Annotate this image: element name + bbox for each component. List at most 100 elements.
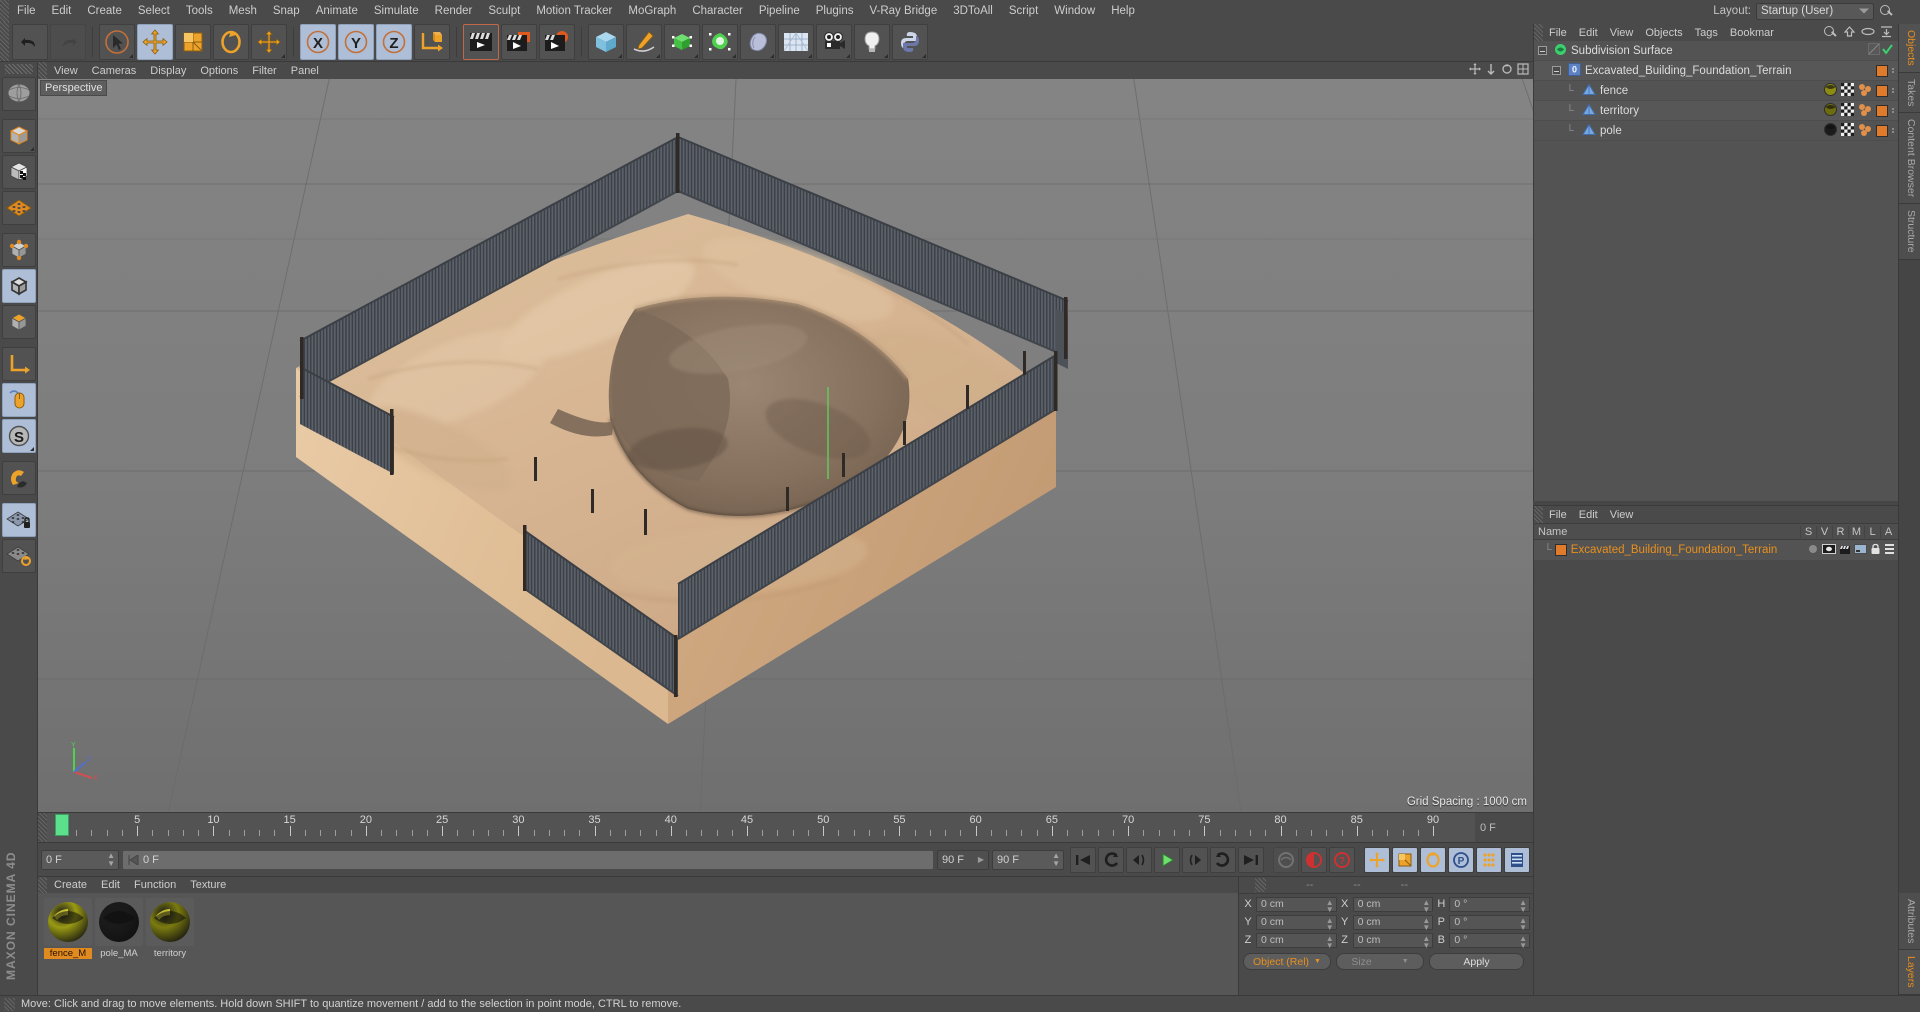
layer-menu-file[interactable]: File — [1543, 508, 1573, 522]
light-icon[interactable] — [854, 23, 890, 60]
vtab-structure[interactable]: Structure — [1899, 204, 1920, 260]
object-menu-tags[interactable]: Tags — [1689, 26, 1724, 40]
edge-mode-icon[interactable] — [1, 269, 36, 303]
move-tool-icon[interactable] — [137, 23, 173, 60]
search-icon-om[interactable] — [1823, 25, 1838, 40]
material-tag-icon[interactable] — [1824, 122, 1837, 139]
current-frame-field[interactable]: 0 F ▲ ▼ — [41, 849, 119, 870]
menu-item-snap[interactable]: Snap — [265, 2, 308, 20]
range-end-field[interactable]: 90 F ▲ ▼ — [992, 849, 1064, 870]
object-row[interactable]: └ pole — [1534, 121, 1898, 141]
coordinates-gripper[interactable] — [1255, 878, 1266, 892]
record-tracks-icon[interactable] — [1273, 846, 1299, 873]
object-menu-bookmar[interactable]: Bookmar — [1724, 26, 1780, 40]
visibility-dots[interactable] — [1892, 108, 1894, 113]
menu-item-create[interactable]: Create — [79, 2, 130, 20]
layer-row[interactable]: └ Excavated_Building_Foundation_Terrain — [1534, 540, 1898, 560]
range-end-small-field[interactable]: 90 F ▶ — [937, 849, 989, 870]
status-gripper[interactable] — [4, 997, 15, 1011]
up-arrow-icon[interactable] — [1843, 25, 1856, 38]
menu-item-help[interactable]: Help — [1103, 2, 1143, 20]
key-param-icon[interactable]: P — [1448, 846, 1474, 873]
scene-environment-icon[interactable] — [740, 23, 776, 60]
viewport-solo-icon[interactable] — [1, 383, 36, 417]
spinner-icon-2[interactable]: ▲ ▼ — [1052, 851, 1060, 868]
object-manager-gripper[interactable] — [1534, 24, 1543, 41]
texture-tag-icon[interactable] — [1841, 122, 1854, 139]
workplane-rotate-icon[interactable] — [1, 539, 36, 573]
view-icon[interactable] — [1822, 543, 1836, 558]
viewport-menu-options[interactable]: Options — [193, 64, 245, 78]
viewport-menu-gripper[interactable] — [38, 62, 47, 79]
spline-pen-icon[interactable] — [626, 23, 662, 60]
pos-y-field[interactable]: 0 cm ▲ ▼ — [1256, 914, 1337, 931]
texture-mode-icon[interactable] — [1, 77, 36, 111]
menu-item-mograph[interactable]: MoGraph — [620, 2, 684, 20]
axis-y-icon[interactable]: Y — [338, 23, 374, 60]
layer-manager-gripper[interactable] — [1534, 506, 1543, 523]
phong-tag-icon[interactable] — [1858, 103, 1872, 119]
object-row[interactable]: 0 Excavated_Building_Foundation_Terrain — [1534, 61, 1898, 81]
redo-icon[interactable] — [50, 23, 86, 60]
object-menu-objects[interactable]: Objects — [1639, 26, 1688, 40]
timeline-end-value[interactable]: 0 F — [1475, 813, 1533, 842]
axis-x-icon[interactable]: X — [300, 23, 336, 60]
timeline-ruler[interactable]: 051015202530354045505560657075808590 — [47, 813, 1475, 843]
goto-start-icon[interactable] — [1070, 846, 1096, 873]
next-key-icon[interactable] — [1210, 846, 1236, 873]
phong-tag-icon[interactable] — [1858, 123, 1872, 139]
vtab-content-browser[interactable]: Content Browser — [1899, 113, 1920, 205]
viewport-menu-display[interactable]: Display — [143, 64, 193, 78]
material-menu-texture[interactable]: Texture — [183, 878, 233, 892]
workplane-lock-icon[interactable] — [1, 503, 36, 537]
object-tree[interactable]: Subdivision Surface 0 Excavated_Building_F… — [1534, 41, 1898, 501]
lock-icon[interactable] — [1870, 543, 1881, 558]
layer-menu-edit[interactable]: Edit — [1573, 508, 1604, 522]
object-row[interactable]: └ territory — [1534, 101, 1898, 121]
phong-tag-icon[interactable] — [1858, 83, 1872, 99]
size-mode-dropdown[interactable]: Size ▼ — [1336, 953, 1424, 970]
spinner-icon[interactable]: ▲ ▼ — [107, 851, 115, 868]
size-z-field[interactable]: 0 cm ▲ ▼ — [1352, 932, 1434, 949]
apply-button[interactable]: Apply — [1429, 953, 1524, 970]
material-menu-edit[interactable]: Edit — [94, 878, 127, 892]
toolbar-gripper[interactable] — [0, 22, 9, 61]
goto-end-icon[interactable] — [1238, 846, 1264, 873]
viewport-zoom-icon[interactable] — [1485, 63, 1497, 75]
menu-item-select[interactable]: Select — [130, 2, 178, 20]
viewport-menu-filter[interactable]: Filter — [245, 64, 283, 78]
step-back-icon[interactable] — [1126, 846, 1152, 873]
viewport-menu-cameras[interactable]: Cameras — [85, 64, 144, 78]
timeline-gripper[interactable] — [38, 813, 47, 842]
floor-grid-icon[interactable] — [778, 23, 814, 60]
material-swatch[interactable]: fence_M — [44, 898, 92, 991]
render-icon[interactable] — [1839, 543, 1851, 558]
render-region-icon[interactable] — [501, 23, 537, 60]
material-menu-create[interactable]: Create — [47, 878, 94, 892]
workplane-icon[interactable] — [1, 191, 36, 225]
magnet-icon[interactable] — [1, 461, 36, 495]
play-icon[interactable] — [1154, 846, 1180, 873]
rot-p-field[interactable]: 0 ° ▲ ▼ — [1449, 914, 1531, 931]
rot-b-field[interactable]: 0 ° ▲ ▼ — [1449, 932, 1531, 949]
viewport-menu-view[interactable]: View — [47, 64, 85, 78]
layer-menu-view[interactable]: View — [1604, 508, 1640, 522]
polygon-mode-icon[interactable] — [1, 305, 36, 339]
layer-color-chip[interactable] — [1554, 544, 1567, 556]
rot-h-field[interactable]: 0 ° ▲ ▼ — [1449, 896, 1531, 913]
coordinate-mode-dropdown[interactable]: Object (Rel) ▼ — [1243, 953, 1331, 970]
prev-key-icon[interactable] — [1098, 846, 1124, 873]
animation-icon[interactable] — [1884, 543, 1895, 558]
frame-slider[interactable]: 0 F — [122, 849, 934, 870]
menu-item-plugins[interactable]: Plugins — [808, 2, 862, 20]
size-x-field[interactable]: 0 cm ▲ ▼ — [1352, 896, 1434, 913]
world-object-axis-icon[interactable] — [414, 23, 450, 60]
menu-item-mesh[interactable]: Mesh — [221, 2, 265, 20]
menu-item-pipeline[interactable]: Pipeline — [751, 2, 808, 20]
viewport-menu-panel[interactable]: Panel — [284, 64, 326, 78]
layout-dropdown[interactable]: Startup (User) — [1756, 2, 1874, 20]
material-swatch[interactable]: territory — [146, 898, 194, 991]
menu-item-character[interactable]: Character — [684, 2, 751, 20]
render-view-icon[interactable] — [463, 23, 499, 60]
menu-item-render[interactable]: Render — [427, 2, 481, 20]
